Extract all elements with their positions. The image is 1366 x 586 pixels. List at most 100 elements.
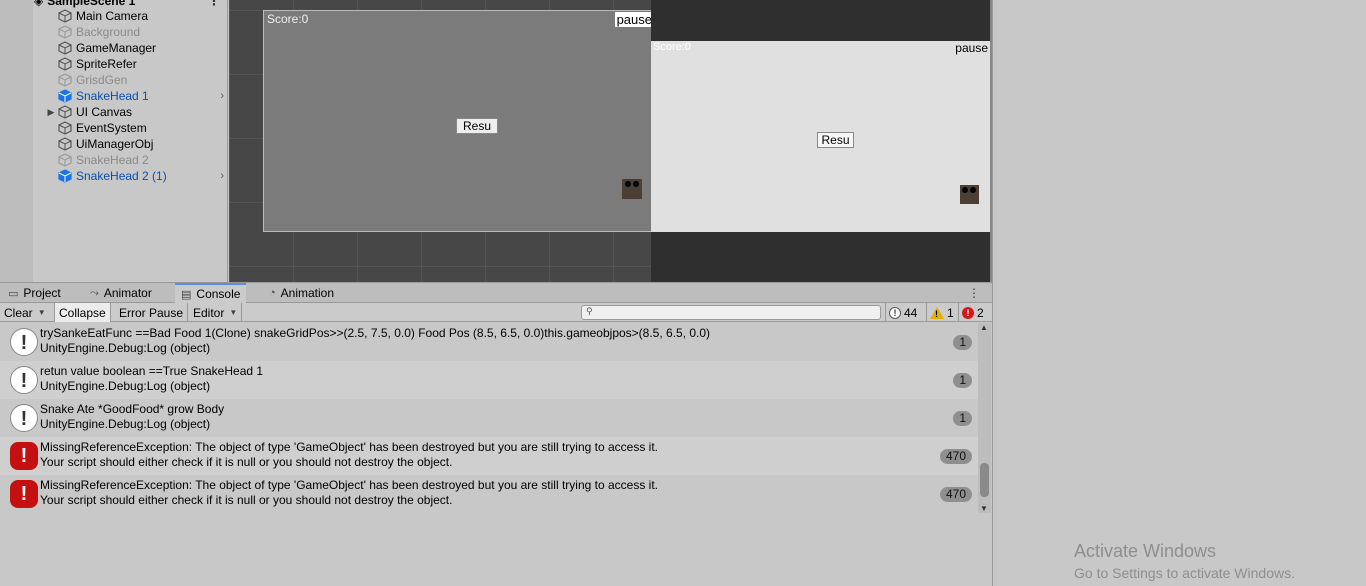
scene-header[interactable]: ◈ SampleScene 1 ⋮ bbox=[34, 0, 220, 8]
log-entry[interactable]: ! Snake Ate *GoodFood* grow Body UnityEngi… bbox=[0, 399, 978, 437]
warning-count: 1 bbox=[947, 305, 954, 320]
log-line1: MissingReferenceException: The object of… bbox=[40, 440, 659, 454]
hierarchy-item[interactable]: SpriteRefer bbox=[44, 56, 227, 72]
info-icon: ! bbox=[889, 306, 901, 319]
console-search-input[interactable]: ⚲ bbox=[581, 305, 881, 320]
kebab-menu-icon[interactable]: ⋮ bbox=[968, 286, 980, 300]
chevron-down-icon[interactable]: ▼ bbox=[38, 308, 46, 317]
unity-editor: ◈ SampleScene 1 ⋮ Main Camera Background G… bbox=[0, 0, 1366, 586]
hierarchy-item-label: UiManagerObj bbox=[76, 137, 154, 151]
gameobject-cube-icon bbox=[58, 137, 72, 151]
warning-count-toggle[interactable]: ! 1 bbox=[926, 303, 957, 322]
gameobject-cube-icon bbox=[58, 121, 72, 135]
hierarchy-item[interactable]: GrisdGen bbox=[44, 72, 227, 88]
kebab-menu-icon[interactable]: ⋮ bbox=[208, 0, 220, 8]
snake-eye-right bbox=[970, 187, 976, 193]
hierarchy-item[interactable]: SnakeHead 2 (1) › bbox=[44, 168, 227, 184]
tab-project-label: Project bbox=[23, 286, 61, 300]
game-pause-button[interactable]: pause bbox=[955, 41, 988, 55]
error-pause-toggle[interactable]: Error Pause bbox=[115, 303, 189, 322]
gameobject-cube-icon bbox=[58, 169, 72, 183]
tab-animation[interactable]: ◔ Animation bbox=[263, 283, 340, 303]
log-count-badge: 470 bbox=[939, 449, 972, 464]
hierarchy-item[interactable]: SnakeHead 2 bbox=[44, 152, 227, 168]
log-line1: retun value boolean ==True SnakeHead 1 bbox=[40, 364, 264, 378]
scene-pause-button[interactable]: pause bbox=[614, 12, 651, 27]
gameobject-cube-icon bbox=[58, 153, 72, 167]
hierarchy-panel: ◈ SampleScene 1 ⋮ Main Camera Background G… bbox=[0, 0, 228, 282]
game-view[interactable]: Score:0 pause Resu bbox=[651, 0, 992, 282]
info-icon: ! bbox=[10, 328, 38, 356]
expand-arrow-icon[interactable]: ▶ bbox=[44, 107, 58, 118]
game-canvas[interactable]: Score:0 pause Resu bbox=[651, 41, 990, 232]
scroll-down-icon[interactable]: ▼ bbox=[980, 504, 988, 513]
hierarchy-item[interactable]: SnakeHead 1 › bbox=[44, 88, 227, 104]
chevron-right-icon[interactable]: › bbox=[220, 170, 224, 182]
gameobject-cube-icon bbox=[58, 25, 72, 39]
scroll-up-icon[interactable]: ▲ bbox=[980, 323, 988, 332]
chevron-down-icon: ▼ bbox=[229, 308, 238, 317]
game-snake-sprite bbox=[960, 185, 979, 204]
scene-name: SampleScene 1 bbox=[47, 0, 136, 8]
hierarchy-item-label: SnakeHead 1 bbox=[76, 89, 149, 103]
scene-canvas-rect[interactable]: Score:0 pause Resu bbox=[263, 10, 651, 232]
clear-label: Clear bbox=[4, 305, 33, 320]
hierarchy-item[interactable]: UiManagerObj bbox=[44, 136, 227, 152]
log-entry[interactable]: ! trySankeEatFunc ==Bad Food 1(Clone) sna… bbox=[0, 323, 978, 361]
clear-button[interactable]: Clear ▼ bbox=[0, 303, 55, 322]
console-icon: ▤ bbox=[181, 288, 192, 301]
hierarchy-item[interactable]: GameManager bbox=[44, 40, 227, 56]
snake-eye-right bbox=[633, 181, 639, 187]
editor-dropdown[interactable]: Editor ▼ bbox=[189, 303, 243, 322]
gameobject-cube-icon bbox=[58, 57, 72, 71]
hierarchy-item-label: EventSystem bbox=[76, 121, 147, 135]
hierarchy-item-label: GrisdGen bbox=[76, 73, 128, 87]
hierarchy-item-label: GameManager bbox=[76, 41, 157, 55]
info-icon: ! bbox=[10, 366, 38, 394]
log-line2: Your script should either check if it is… bbox=[40, 493, 453, 507]
collapse-toggle[interactable]: Collapse bbox=[55, 303, 111, 322]
hierarchy-item[interactable]: ▶ UI Canvas bbox=[44, 104, 227, 120]
error-count-toggle[interactable]: ! 2 bbox=[958, 303, 987, 322]
info-count: 44 bbox=[904, 305, 918, 320]
gameobject-cube-icon bbox=[58, 73, 72, 87]
log-entry[interactable]: ! MissingReferenceException: The object o… bbox=[0, 475, 978, 513]
tab-project[interactable]: ▭ Project bbox=[2, 283, 67, 303]
log-count-badge: 1 bbox=[953, 335, 972, 350]
scene-score-text: Score:0 bbox=[267, 12, 309, 26]
inspector-panel: Activate Windows Go to Settings to activ… bbox=[992, 0, 1366, 586]
game-score-text: Score:0 bbox=[653, 41, 691, 53]
scene-view[interactable]: Score:0 pause Resu bbox=[229, 0, 651, 282]
watermark-title: Activate Windows bbox=[1074, 541, 1217, 561]
log-line2: UnityEngine.Debug:Log (object) bbox=[40, 379, 211, 393]
log-entry[interactable]: ! retun value boolean ==True SnakeHead 1U… bbox=[0, 361, 978, 399]
log-message: MissingReferenceException: The object of… bbox=[40, 440, 658, 470]
game-resume-button[interactable]: Resu bbox=[817, 132, 854, 148]
scrollbar-thumb[interactable] bbox=[980, 463, 989, 497]
log-line1: Snake Ate *GoodFood* grow Body bbox=[40, 402, 225, 416]
scene-snake-sprite[interactable] bbox=[622, 179, 642, 199]
log-message: retun value boolean ==True SnakeHead 1 Un… bbox=[40, 364, 263, 394]
gameobject-cube-icon bbox=[58, 105, 72, 119]
scene-resume-button[interactable]: Resu bbox=[456, 118, 498, 134]
hierarchy-item-label: Main Camera bbox=[76, 9, 149, 23]
info-count-toggle[interactable]: ! 44 bbox=[885, 303, 920, 322]
hierarchy-item[interactable]: Main Camera bbox=[44, 8, 227, 24]
info-icon: ! bbox=[10, 404, 38, 432]
hierarchy-item[interactable]: EventSystem bbox=[44, 120, 227, 136]
console-scrollbar[interactable]: ▲ ▼ bbox=[978, 323, 991, 513]
log-line2: Your script should either check if it is… bbox=[40, 455, 453, 469]
activate-windows-watermark: Activate Windows Go to Settings to activ… bbox=[1074, 541, 1295, 581]
snake-eye-left bbox=[625, 181, 631, 187]
hierarchy-item[interactable]: Background bbox=[44, 24, 227, 40]
error-icon: ! bbox=[10, 480, 38, 508]
log-entry[interactable]: ! MissingReferenceException: The object o… bbox=[0, 437, 978, 475]
clock-icon: ◔ bbox=[269, 287, 276, 299]
log-line1: MissingReferenceException: The object of… bbox=[40, 478, 659, 492]
chevron-right-icon[interactable]: › bbox=[220, 90, 224, 102]
hierarchy-item-label: Background bbox=[76, 25, 141, 39]
hierarchy-item-label: SpriteRefer bbox=[76, 57, 137, 71]
tab-animator[interactable]: ⤳ Animator bbox=[84, 283, 158, 303]
tab-console[interactable]: ▤ Console bbox=[175, 283, 247, 303]
folder-icon: ▭ bbox=[8, 287, 19, 300]
